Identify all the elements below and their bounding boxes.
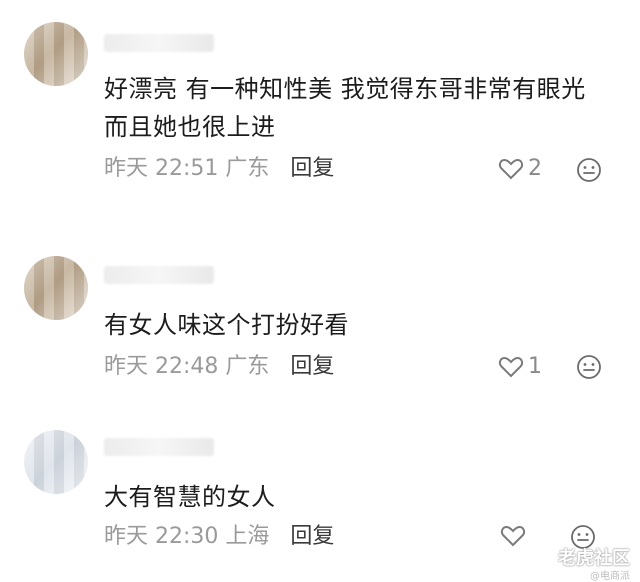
comment-time: 昨天 22:51 <box>104 156 219 181</box>
comment-meta: 昨天 22:30 上海 回复 <box>104 522 334 552</box>
avatar[interactable] <box>24 430 88 494</box>
comment-text: 好漂亮 有一种知性美 我觉得东哥非常有眼光 而且她也很上进 <box>104 75 586 141</box>
like-button[interactable]: 1 <box>498 354 542 379</box>
heart-outline-icon <box>498 356 524 377</box>
smiley-icon[interactable] <box>576 354 602 380</box>
reply-button[interactable]: 回复 <box>290 524 334 549</box>
comment-location: 上海 <box>225 524 270 549</box>
heart-outline-icon <box>500 525 526 547</box>
comment-meta: 昨天 22:48 广东 回复 <box>104 352 334 382</box>
smiley-icon[interactable] <box>576 157 602 183</box>
username-blurred[interactable] <box>104 266 214 284</box>
comment-location: 广东 <box>225 156 270 181</box>
like-button[interactable]: 2 <box>498 156 542 181</box>
avatar[interactable] <box>24 22 88 86</box>
comment-time: 昨天 22:48 <box>104 354 219 379</box>
comment-location: 广东 <box>225 354 270 379</box>
watermark-sub: @电商派 <box>590 571 630 582</box>
reply-button[interactable]: 回复 <box>290 354 334 379</box>
avatar[interactable] <box>24 256 88 320</box>
like-count: 1 <box>528 354 542 379</box>
comment-text: 有女人味这个打扮好看 <box>104 311 349 339</box>
comment-meta: 昨天 22:51 广东 回复 <box>104 154 334 184</box>
comment-time: 昨天 22:30 <box>104 524 219 549</box>
like-button[interactable] <box>500 524 530 548</box>
username-blurred[interactable] <box>104 438 214 456</box>
paw-icon <box>536 548 554 566</box>
like-count: 2 <box>528 156 542 181</box>
heart-outline-icon <box>498 158 524 179</box>
username-blurred[interactable] <box>104 34 214 52</box>
comment-text: 大有智慧的女人 <box>104 483 276 511</box>
reply-button[interactable]: 回复 <box>290 156 334 181</box>
